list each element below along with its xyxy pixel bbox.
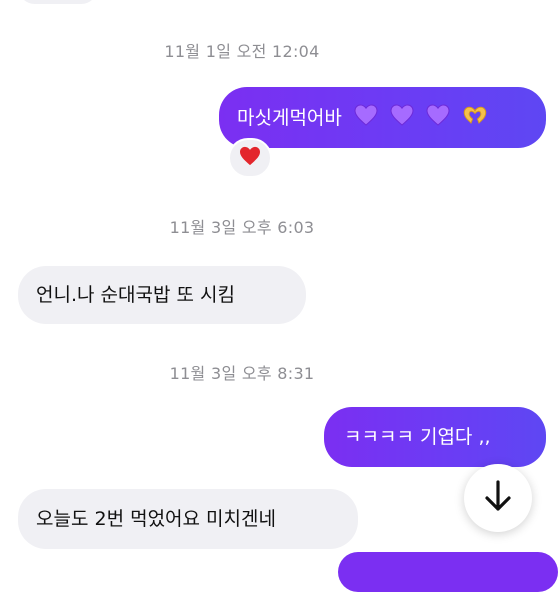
- red-heart-icon: [239, 146, 261, 171]
- timestamp: 11월 3일 오후 6:03: [169, 218, 315, 237]
- incoming-message[interactable]: 오늘도 2번 먹었어요 미치겐네: [18, 489, 358, 549]
- timestamp: 11월 3일 오후 8:31: [169, 364, 315, 383]
- purple-heart-icon: [354, 103, 378, 132]
- previous-message-bubble: [18, 0, 98, 4]
- outgoing-message[interactable]: ㅋㅋㅋㅋ 기엽다 ,,: [324, 407, 546, 467]
- message-text: ㅋㅋㅋㅋ 기엽다 ,,: [344, 426, 491, 448]
- purple-heart-icon: [426, 103, 450, 132]
- outgoing-message[interactable]: 마싯게먹어바: [219, 87, 546, 148]
- incoming-message[interactable]: 언니.나 순대국밥 또 시킴: [18, 266, 306, 324]
- reaction-badge[interactable]: [228, 138, 272, 178]
- scroll-to-bottom-button[interactable]: [464, 464, 532, 532]
- message-text: 오늘도 2번 먹었어요 미치겐네: [36, 508, 276, 530]
- message-text: 마싯게먹어바: [237, 106, 342, 129]
- message-text: 언니.나 순대국밥 또 시킴: [36, 284, 235, 306]
- next-message-bubble: [338, 552, 558, 592]
- heart-hands-icon: [462, 104, 488, 131]
- timestamp: 11월 1일 오전 12:04: [164, 42, 320, 61]
- purple-heart-icon: [390, 103, 414, 132]
- message-thread: 11월 1일 오전 12:04 마싯게먹어바 11월 3일 오후 6:03 언니…: [0, 0, 560, 592]
- arrow-down-icon: [483, 479, 513, 517]
